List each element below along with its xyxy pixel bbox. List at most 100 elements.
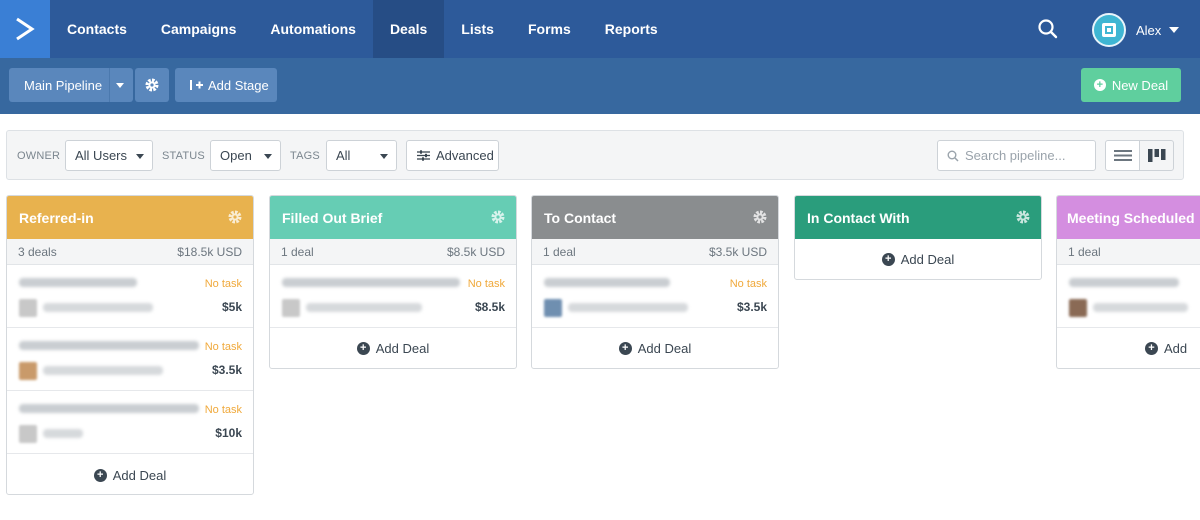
chevron-down-icon xyxy=(116,83,124,88)
search-icon[interactable] xyxy=(1036,17,1060,41)
top-nav-bar: Contacts Campaigns Automations Deals Lis… xyxy=(0,0,1200,58)
deal-title-redacted xyxy=(282,278,460,287)
stage-column: Meeting Scheduled 1 deal + Add xyxy=(1056,195,1200,369)
deal-title-redacted xyxy=(19,278,137,287)
contact-redacted xyxy=(568,303,688,312)
deal-amount: $10k xyxy=(215,426,242,440)
list-view-icon xyxy=(1113,150,1132,161)
status-select[interactable]: Open xyxy=(210,140,281,171)
plus-circle-icon: + xyxy=(1145,341,1158,355)
user-name: Alex xyxy=(1136,22,1162,38)
stage-title: Filled Out Brief xyxy=(282,209,383,226)
add-deal-label: Add Deal xyxy=(900,251,955,267)
gear-icon xyxy=(145,78,159,92)
avatar xyxy=(282,299,300,317)
deal-amount: $5k xyxy=(221,300,242,314)
tags-value: All xyxy=(336,148,351,163)
gear-icon[interactable] xyxy=(1015,209,1031,228)
tags-label: TAGS xyxy=(290,150,320,162)
add-stage-button[interactable]: Add Stage xyxy=(175,68,277,102)
task-status: No task xyxy=(204,404,242,416)
search-input[interactable] xyxy=(965,148,1085,163)
gear-icon[interactable] xyxy=(752,209,768,228)
stage-header: Meeting Scheduled xyxy=(1057,196,1200,239)
deal-card[interactable]: No task $3.5k xyxy=(7,328,253,391)
avatar xyxy=(1069,299,1087,317)
plus-circle-icon: + xyxy=(93,469,107,482)
pipeline-settings-button[interactable] xyxy=(135,68,169,102)
pipeline-select[interactable]: Main Pipeline xyxy=(9,68,133,102)
add-deal-label: Add xyxy=(1164,340,1188,356)
nav-forms[interactable]: Forms xyxy=(511,0,588,58)
contact-redacted xyxy=(1093,303,1188,312)
nav-automations[interactable]: Automations xyxy=(253,0,373,58)
status-value: Open xyxy=(220,148,252,163)
nav-campaigns[interactable]: Campaigns xyxy=(144,0,253,58)
stage-column: In Contact With + Add Deal xyxy=(794,195,1042,280)
add-deal-button[interactable]: + Add Deal xyxy=(532,328,778,368)
stage-total: $3.5k USD xyxy=(708,244,767,259)
deal-title-redacted xyxy=(544,278,670,287)
stage-column: Filled Out Brief 1 deal $8.5k USD No tas… xyxy=(269,195,517,369)
advanced-filter-button[interactable]: Advanced xyxy=(406,140,499,171)
user-menu[interactable]: Alex xyxy=(1092,13,1180,47)
app-logo[interactable] xyxy=(0,0,50,58)
add-deal-button[interactable]: + Add Deal xyxy=(7,454,253,494)
pipeline-search[interactable] xyxy=(937,140,1096,171)
deal-card[interactable]: No task $3.5k xyxy=(532,265,778,328)
deal-title-redacted xyxy=(19,341,199,350)
main-nav: Contacts Campaigns Automations Deals Lis… xyxy=(50,0,675,58)
deal-count: 3 deals xyxy=(18,244,57,259)
sliders-icon xyxy=(417,150,430,161)
contact-redacted xyxy=(306,303,422,312)
owner-select[interactable]: All Users xyxy=(65,140,153,171)
add-deal-button[interactable]: + Add Deal xyxy=(795,239,1041,279)
avatar xyxy=(1092,13,1126,47)
tags-select[interactable]: All xyxy=(326,140,397,171)
gear-icon[interactable] xyxy=(490,209,506,228)
new-deal-button[interactable]: + New Deal xyxy=(1081,68,1181,102)
deal-amount: $3.5k xyxy=(736,300,767,314)
chevron-down-icon xyxy=(1169,27,1180,33)
plus-circle-icon: + xyxy=(1093,79,1106,91)
add-deal-button[interactable]: + Add xyxy=(1057,328,1200,368)
add-deal-label: Add Deal xyxy=(112,468,167,483)
stage-stats: 3 deals $18.5k USD xyxy=(7,239,253,265)
add-column-icon xyxy=(190,80,203,90)
contact-redacted xyxy=(43,429,83,438)
deal-count: 1 deal xyxy=(1068,244,1101,259)
avatar xyxy=(19,362,37,380)
stage-title: Meeting Scheduled xyxy=(1067,209,1195,226)
board-view-button[interactable] xyxy=(1139,140,1174,171)
deal-amount: $8.5k xyxy=(474,300,505,314)
chevron-logo-icon xyxy=(16,17,35,41)
avatar xyxy=(19,299,37,317)
list-view-button[interactable] xyxy=(1105,140,1140,171)
add-deal-label: Add Deal xyxy=(637,340,692,356)
nav-contacts[interactable]: Contacts xyxy=(50,0,144,58)
advanced-label: Advanced xyxy=(436,148,494,163)
add-stage-label: Add Stage xyxy=(208,77,269,93)
status-label: STATUS xyxy=(162,150,205,162)
user-logo-icon xyxy=(1102,23,1116,37)
stage-column: To Contact 1 deal $3.5k USD No task $3.5… xyxy=(531,195,779,369)
nav-lists[interactable]: Lists xyxy=(444,0,511,58)
contact-redacted xyxy=(43,303,153,312)
deal-card[interactable] xyxy=(1057,265,1200,328)
task-status: No task xyxy=(467,278,505,290)
task-status: No task xyxy=(729,278,767,290)
gear-icon[interactable] xyxy=(227,209,243,228)
chevron-down-icon xyxy=(380,154,388,159)
deal-card[interactable]: No task $5k xyxy=(7,265,253,328)
add-deal-button[interactable]: + Add Deal xyxy=(270,328,516,368)
pipeline-toolbar: Main Pipeline Add Stage + New Deal xyxy=(0,58,1200,114)
deal-card[interactable]: No task $8.5k xyxy=(270,265,516,328)
nav-deals[interactable]: Deals xyxy=(372,0,445,58)
stage-header: Filled Out Brief xyxy=(270,196,516,239)
stage-column: Referred-in 3 deals $18.5k USD No task $… xyxy=(6,195,254,495)
deal-card[interactable]: No task $10k xyxy=(7,391,253,454)
stage-total: $18.5k USD xyxy=(177,244,242,259)
nav-reports[interactable]: Reports xyxy=(588,0,675,58)
filter-bar: OWNER All Users STATUS Open TAGS All Adv… xyxy=(6,130,1184,180)
plus-circle-icon: + xyxy=(356,341,370,355)
